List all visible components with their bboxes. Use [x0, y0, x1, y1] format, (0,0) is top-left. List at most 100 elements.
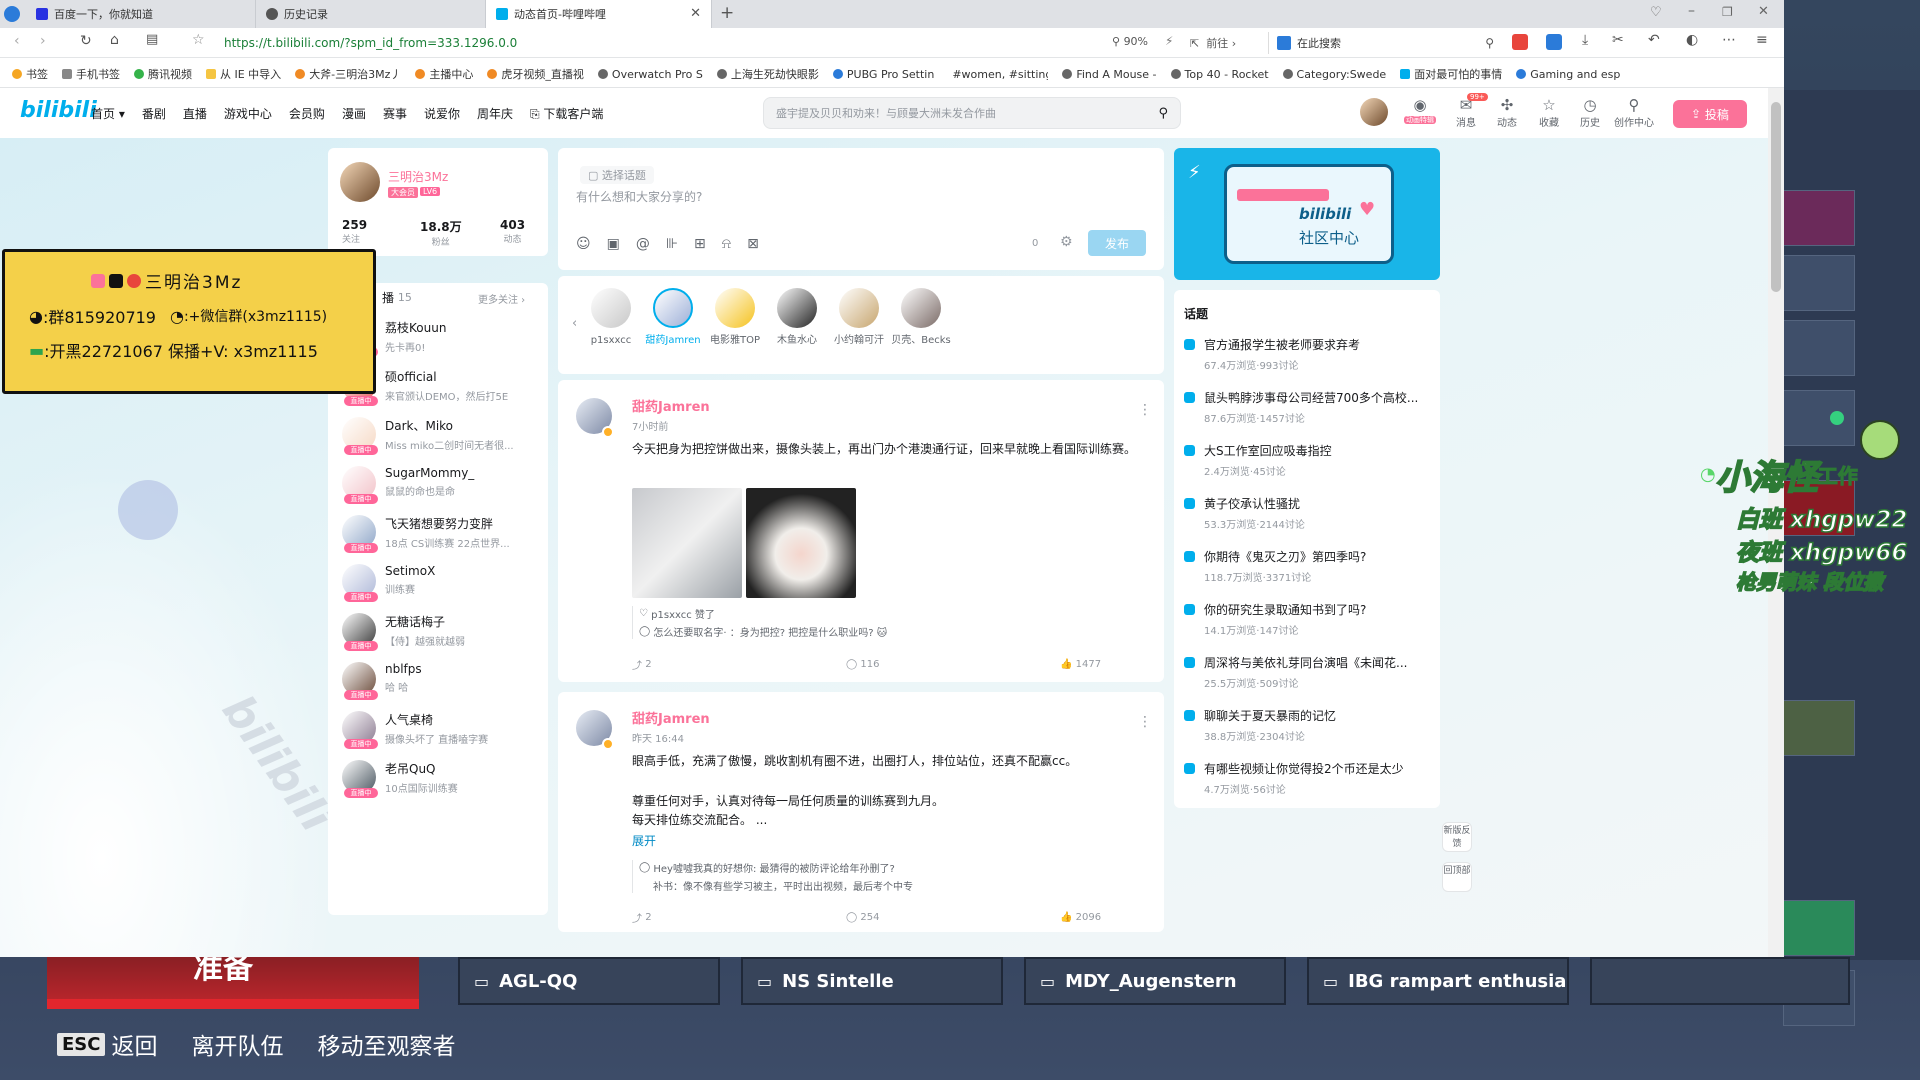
move-to-observer-button[interactable]: 移动至观察者: [317, 1027, 455, 1061]
go-button[interactable]: ⇱ 前往 ›: [1190, 35, 1236, 51]
expand-link[interactable]: 展开: [632, 832, 656, 849]
like-button[interactable]: 👍 2096: [1060, 912, 1101, 923]
bookmark-item[interactable]: Category:Swede: [1282, 68, 1386, 81]
night-mode-icon[interactable]: ◐: [1686, 32, 1698, 48]
zoom-indicator[interactable]: ⚲ 90%: [1112, 35, 1148, 48]
player-slot[interactable]: ▭ NS Sintelle: [741, 957, 1003, 1005]
refresh-icon[interactable]: ↻: [80, 33, 92, 49]
following-item[interactable]: 电影雅TOP: [704, 288, 766, 347]
following-item[interactable]: 木鱼水心: [766, 288, 828, 347]
lottery-icon[interactable]: ⊠: [747, 236, 759, 252]
upload-button[interactable]: ⇪ 投稿: [1673, 100, 1747, 128]
nav-messages[interactable]: ✉ 消息 99+: [1449, 93, 1488, 129]
close-window-icon[interactable]: ✕: [1758, 4, 1769, 19]
bookmark-item[interactable]: 大斧-三明治3Mz丿: [295, 66, 401, 82]
stat-fans[interactable]: 18.8万 粉丝: [420, 218, 462, 248]
share-button[interactable]: ⤴ 2: [632, 657, 846, 672]
following-item[interactable]: p1sxxcc: [580, 288, 642, 347]
undo-icon[interactable]: ↶: [1648, 32, 1660, 48]
flash-icon[interactable]: ⚡: [1165, 34, 1173, 48]
reminder-icon[interactable]: ⍾: [722, 236, 731, 252]
user-avatar[interactable]: [1360, 98, 1388, 126]
scissors-icon[interactable]: ✂: [1612, 32, 1624, 48]
profile-avatar[interactable]: [340, 162, 380, 202]
bookmark-item[interactable]: 上海生死劫快眼影: [716, 66, 819, 82]
post-menu-icon[interactable]: ⋮: [1138, 402, 1152, 418]
stat-following[interactable]: 259 关注: [342, 218, 367, 245]
publish-button[interactable]: 发布: [1088, 230, 1146, 256]
forward-icon[interactable]: ›: [40, 33, 46, 49]
post-menu-icon[interactable]: ⋮: [1138, 714, 1152, 730]
topic-item[interactable]: 聊聊关于夏天暴雨的记忆 38.8万浏览·2304讨论: [1184, 707, 1434, 743]
search-icon[interactable]: ⚲: [1158, 106, 1168, 121]
extension-icon[interactable]: [1546, 34, 1562, 50]
translate-icon[interactable]: [1512, 34, 1528, 50]
ready-banner[interactable]: 准备: [47, 957, 419, 1009]
topic-item[interactable]: 周深将与美依礼芽同台演唱《未闻花... 25.5万浏览·509讨论: [1184, 654, 1434, 690]
bookmark-item[interactable]: 手机书签: [62, 66, 120, 82]
topic-item[interactable]: 你的研究生录取通知书到了吗? 14.1万浏览·147讨论: [1184, 601, 1434, 637]
topic-item[interactable]: 黄子佼承认性骚扰 53.3万浏览·2144讨论: [1184, 495, 1434, 531]
bookmark-item[interactable]: 腾讯视频: [134, 66, 192, 82]
nav-live[interactable]: 直播: [183, 105, 207, 122]
nav-anniversary[interactable]: 周年庆: [477, 105, 513, 122]
live-list-item[interactable]: 直播中 Dark、Miko Miss miko二创时间无者很...: [342, 417, 542, 466]
bookmark-item[interactable]: Overwatch Pro S: [597, 68, 703, 81]
live-list-item[interactable]: 直播中 人气桌椅 摄像头坏了 直播嗑字赛: [342, 711, 542, 760]
tab-history[interactable]: 历史记录: [256, 0, 486, 28]
settings-icon[interactable]: ⚙: [1060, 234, 1073, 250]
live-list-item[interactable]: 直播中 老吊QuQ 10点国际训练赛: [342, 760, 542, 809]
bookmark-item[interactable]: 从 IE 中导入: [206, 66, 281, 82]
player-slot[interactable]: ▭ IBG rampart enthusiast: [1307, 957, 1569, 1005]
nav-history[interactable]: ◷ 历史: [1573, 96, 1607, 129]
emoji-icon[interactable]: ☺: [576, 236, 591, 252]
bookmark-item[interactable]: #women, #sitting: [948, 68, 1048, 81]
feedback-button[interactable]: 新版反馈: [1442, 822, 1472, 852]
back-to-top-button[interactable]: 回顶部: [1442, 862, 1472, 892]
more-icon[interactable]: ⋯: [1722, 32, 1736, 48]
nav-game-center[interactable]: 游戏中心: [224, 105, 272, 122]
nav-dynamic[interactable]: ✣ 动态: [1490, 96, 1524, 129]
live-list-item[interactable]: 直播中 无糖话梅子 【侍】越强就越弱: [342, 613, 542, 662]
back-icon[interactable]: ‹: [14, 33, 20, 49]
reader-icon[interactable]: ▤: [146, 32, 158, 47]
comment-button[interactable]: ◯ 116: [846, 659, 1060, 670]
bookmark-item[interactable]: PUBG Pro Settin: [832, 68, 934, 81]
home-icon[interactable]: ⌂: [110, 32, 119, 48]
live-list-item[interactable]: 直播中 nblfps 哈 哈: [342, 662, 542, 711]
topic-item[interactable]: 鼠头鸭脖涉事母公司经营700多个高校... 87.6万浏览·1457讨论: [1184, 389, 1434, 425]
stat-posts[interactable]: 403 动态: [500, 218, 525, 245]
bookmark-item[interactable]: 面对最可怕的事情: [1400, 66, 1502, 82]
topic-item[interactable]: 官方通报学生被老师要求弃考 67.4万浏览·993讨论: [1184, 336, 1434, 372]
topic-item[interactable]: 有哪些视频让你觉得投2个币还是太少 4.7万浏览·56讨论: [1184, 760, 1434, 796]
nav-favorites[interactable]: ☆ 收藏: [1532, 96, 1566, 129]
player-slot[interactable]: ▭ MDY_Augenstern: [1024, 957, 1286, 1005]
comment-button[interactable]: ◯ 254: [846, 912, 1060, 923]
following-item[interactable]: 小约翰可汗: [828, 288, 890, 347]
scrollbar-thumb[interactable]: [1771, 102, 1781, 292]
close-tab-icon[interactable]: ✕: [690, 6, 701, 21]
nav-creator-center[interactable]: ⚲ 创作中心: [1614, 96, 1654, 129]
nav-home[interactable]: 首页 ▾: [91, 105, 125, 122]
scroll-left-icon[interactable]: ‹: [572, 316, 577, 331]
nav-download[interactable]: ⎘ 下载客户端: [530, 105, 603, 122]
bookmark-item[interactable]: Find A Mouse -: [1062, 68, 1157, 81]
topic-item[interactable]: 你期待《鬼灭之刃》第四季吗? 118.7万浏览·3371讨论: [1184, 548, 1434, 584]
new-tab-icon[interactable]: +: [720, 3, 734, 23]
nav-anime[interactable]: 番剧: [142, 105, 166, 122]
leave-team-button[interactable]: 离开队伍: [191, 1027, 283, 1061]
menu-icon[interactable]: ≡: [1756, 32, 1768, 48]
post-time[interactable]: 昨天 16:44: [632, 730, 684, 745]
live-list-item[interactable]: 直播中 飞天猪想要努力变胖 18点 CS训练赛 22点世界...: [342, 515, 542, 564]
post-time[interactable]: 7小时前: [632, 418, 668, 433]
choose-topic-button[interactable]: ▢ 选择话题: [580, 166, 654, 184]
mention-icon[interactable]: @: [636, 236, 650, 252]
minimize-icon[interactable]: –: [1688, 3, 1695, 19]
nav-special[interactable]: ◉ 动画特辑: [1403, 96, 1437, 125]
star-icon[interactable]: ☆: [192, 32, 205, 48]
player-slot[interactable]: [1590, 957, 1850, 1005]
player-slot[interactable]: ▭ AGL-QQ: [458, 957, 720, 1005]
topic-item[interactable]: 大S工作室回应吸毒指控 2.4万浏览·45讨论: [1184, 442, 1434, 478]
community-banner[interactable]: ⚡ bilibili 社区中心 ♥: [1174, 148, 1440, 280]
gift-icon[interactable]: ⊞: [694, 236, 706, 252]
